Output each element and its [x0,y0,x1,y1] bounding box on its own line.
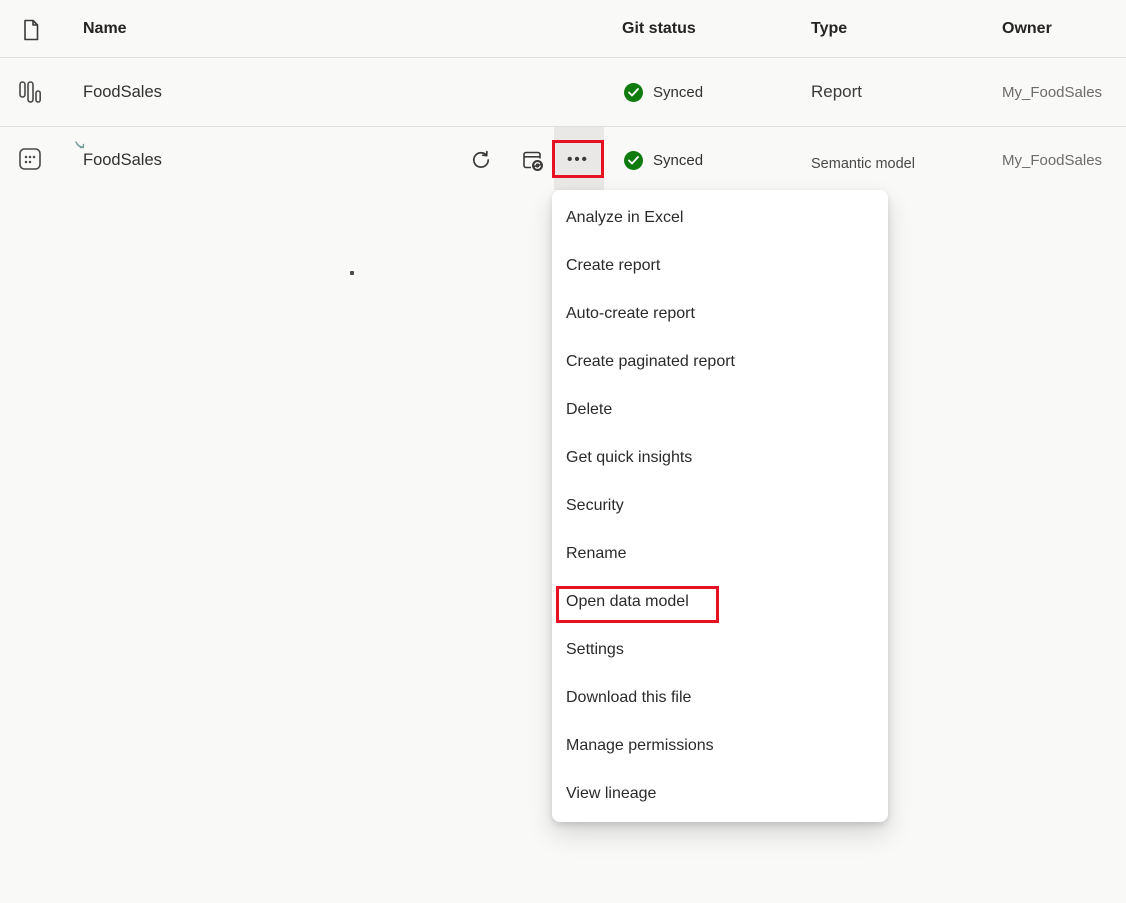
item-owner-value: My_FoodSales [1002,58,1102,126]
menu-item-create-paginated-report[interactable]: Create paginated report [552,338,888,386]
git-status-value: Synced [653,84,703,101]
annotation-box-more-options [552,140,604,178]
item-name-link[interactable]: FoodSales [83,58,162,126]
menu-item-create-report[interactable]: Create report [552,242,888,290]
column-header-name[interactable]: Name [83,0,127,57]
workspace-item-list: Name Git status Type Owner FoodSales Syn… [0,0,1126,903]
refresh-now-button[interactable] [469,148,493,172]
menu-item-security[interactable]: Security [552,482,888,530]
item-owner-value: My_FoodSales [1002,127,1102,193]
git-status-cell: Synced [624,58,703,126]
menu-item-rename[interactable]: Rename [552,530,888,578]
column-header-git-status[interactable]: Git status [622,0,696,57]
synced-check-icon [624,83,643,102]
shortcut-arrow-icon [74,139,87,157]
item-type-value: Semantic model [811,127,915,193]
synced-check-icon [624,151,643,170]
semantic-model-icon [17,146,43,172]
table-row-report[interactable]: FoodSales Synced Report My_FoodSales [0,58,1126,127]
refresh-schedule-button[interactable] [520,148,546,174]
menu-item-download-this-file[interactable]: Download this file [552,674,888,722]
annotation-box-open-data-model [556,586,719,623]
item-type-value: Report [811,58,862,126]
git-status-cell: Synced [624,127,703,193]
menu-item-manage-permissions[interactable]: Manage permissions [552,722,888,770]
menu-item-analyze-in-excel[interactable]: Analyze in Excel [552,194,888,242]
menu-item-settings[interactable]: Settings [552,626,888,674]
menu-item-get-quick-insights[interactable]: Get quick insights [552,434,888,482]
item-name-link[interactable]: FoodSales [83,127,162,193]
menu-item-delete[interactable]: Delete [552,386,888,434]
document-icon [20,18,42,42]
menu-item-view-lineage[interactable]: View lineage [552,770,888,818]
menu-item-auto-create-report[interactable]: Auto-create report [552,290,888,338]
context-menu: Analyze in Excel Create report Auto-crea… [552,190,888,822]
column-header-owner[interactable]: Owner [1002,0,1052,57]
column-header-type[interactable]: Type [811,0,847,57]
report-icon [18,80,42,106]
git-status-value: Synced [653,152,703,169]
table-header-row: Name Git status Type Owner [0,0,1126,58]
stray-dot [350,271,354,275]
